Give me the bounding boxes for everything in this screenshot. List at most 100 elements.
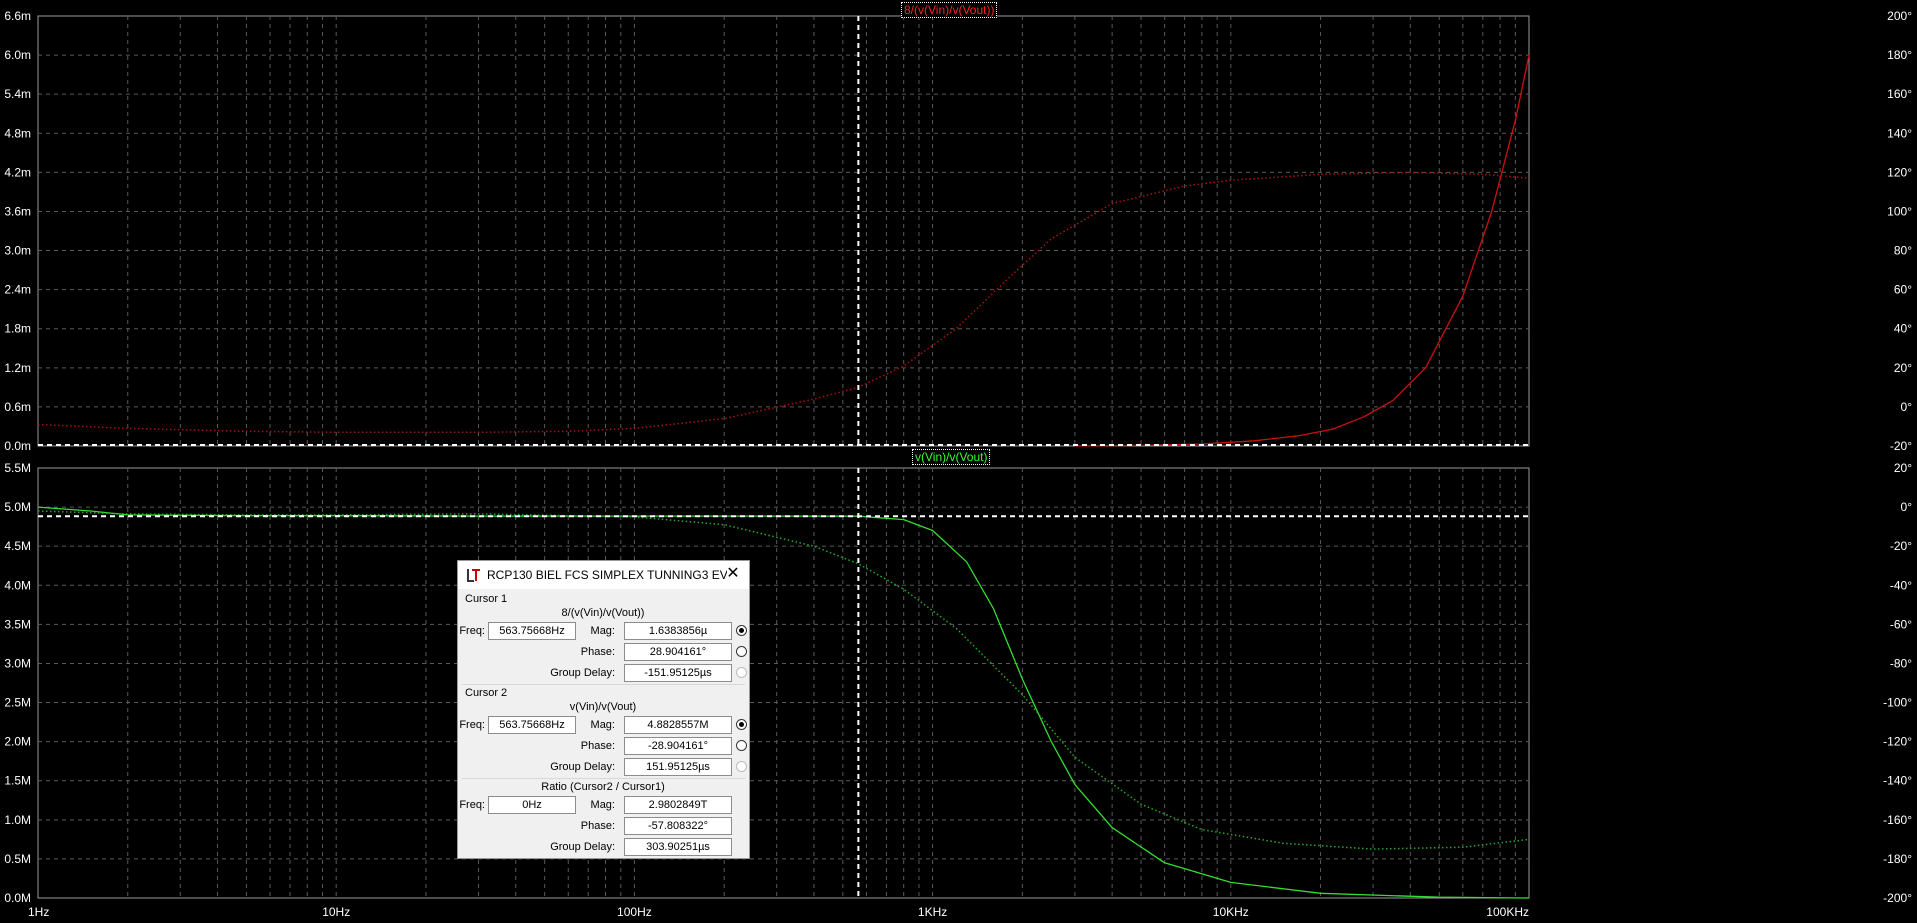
- ratio-phase-label: Phase:: [580, 820, 615, 832]
- right-tick-label: -20°: [1890, 439, 1912, 453]
- cursor2-phase-field[interactable]: -28.904161°: [624, 737, 732, 755]
- left-tick-label: 5.4m: [4, 87, 31, 101]
- cursor2-mag-label: Mag:: [590, 719, 615, 731]
- right-tick-label: 180°: [1887, 48, 1912, 62]
- right-tick-label: 0°: [1901, 500, 1913, 514]
- left-tick-label: 1.8m: [4, 322, 31, 336]
- cursor1-phase-label: Phase:: [580, 646, 615, 658]
- left-tick-label: 4.8m: [4, 126, 31, 140]
- right-tick-label: 80°: [1894, 244, 1912, 258]
- plot-pane-1: 0.0m 0.6m 1.2m 1.8m 2.4m 3.0m 3.6m 4.2m 4.8m 5.4m…: [4, 9, 1912, 453]
- left-tick-label: 4.2m: [4, 165, 31, 179]
- right-tick-label: -120°: [1883, 735, 1912, 749]
- cursor1-phase-radio[interactable]: [736, 646, 747, 657]
- cursor1-mag-radio[interactable]: [736, 625, 747, 636]
- right-tick-label: 20°: [1894, 361, 1912, 375]
- cursor2-mag-field[interactable]: 4.8828557M: [624, 716, 732, 734]
- right-tick-label: -40°: [1890, 578, 1912, 592]
- upper-plot-title[interactable]: 8/(v(Vin)/v(Vout)): [901, 2, 998, 18]
- left-tick-label: 3.5M: [4, 617, 31, 631]
- plot-frame: [37, 15, 1530, 447]
- right-tick-label: -20°: [1890, 539, 1912, 553]
- right-tick-label: -160°: [1883, 813, 1912, 827]
- divider: [462, 778, 745, 779]
- right-tick-label: -60°: [1890, 617, 1912, 631]
- right-tick-label: -200°: [1883, 891, 1912, 905]
- ratio-mag-label: Mag:: [590, 799, 615, 811]
- left-tick-label: 6.0m: [4, 48, 31, 62]
- left-tick-label: 1.2m: [4, 361, 31, 375]
- dialog-titlebar[interactable]: RCP130 BIEL FCS SIMPLEX TUNNING3 EVO... …: [458, 561, 749, 589]
- cursor2-group-delay-field[interactable]: 151.95125µs: [624, 758, 732, 776]
- cursor1-trace: 8/(v(Vin)/v(Vout)): [561, 607, 645, 619]
- cursor1-mag-field[interactable]: 1.6383856µ: [624, 622, 732, 640]
- left-tick-label: 0.6m: [4, 400, 31, 414]
- left-tick-label: 2.0M: [4, 735, 31, 749]
- cursor1-group-delay-label: Group Delay:: [550, 667, 615, 679]
- lower-plot-title[interactable]: v(Vin)/v(Vout): [912, 449, 991, 465]
- right-tick-label: 60°: [1894, 283, 1912, 297]
- cursor2-heading: Cursor 2: [465, 687, 508, 699]
- left-tick-label: 0.0M: [4, 891, 31, 905]
- cursor1-group-delay-radio[interactable]: [736, 667, 747, 678]
- x-tick-label: 10Hz: [322, 905, 350, 919]
- ratio-freq-label: Freq:: [459, 799, 485, 811]
- right-tick-label: 200°: [1887, 9, 1912, 23]
- ratio-phase-field[interactable]: -57.808322°: [624, 817, 732, 835]
- ltspice-logo-icon: [466, 567, 482, 583]
- left-tick-label: 0.0m: [4, 439, 31, 453]
- left-tick-label: 4.5M: [4, 539, 31, 553]
- ratio-mag-field[interactable]: 2.9802849T: [624, 796, 732, 814]
- cursor1-mag-label: Mag:: [590, 625, 615, 637]
- right-tick-label: -100°: [1883, 696, 1912, 710]
- left-tick-label: 6.6m: [4, 9, 31, 23]
- left-tick-label: 3.0m: [4, 244, 31, 258]
- cursor2-group-delay-label: Group Delay:: [550, 761, 615, 773]
- x-tick-label: 100Hz: [617, 905, 652, 919]
- cursor1-group-delay-field[interactable]: -151.95125µs: [624, 664, 732, 682]
- divider: [462, 684, 745, 685]
- right-tick-label: 160°: [1887, 87, 1912, 101]
- left-tick-label: 1.5M: [4, 774, 31, 788]
- left-tick-label: 3.0M: [4, 656, 31, 670]
- right-tick-label: 100°: [1887, 204, 1912, 218]
- left-tick-label: 5.0M: [4, 500, 31, 514]
- right-tick-label: 20°: [1894, 461, 1912, 475]
- phase-trace: [37, 510, 1530, 850]
- ratio-group-delay-field[interactable]: 303.90251µs: [624, 838, 732, 856]
- right-tick-label: -80°: [1890, 656, 1912, 670]
- left-tick-label: 5.5M: [4, 461, 31, 475]
- dialog-title: RCP130 BIEL FCS SIMPLEX TUNNING3 EVO...: [487, 568, 727, 582]
- cursor2-mag-radio[interactable]: [736, 719, 747, 730]
- cursor2-group-delay-radio[interactable]: [736, 761, 747, 772]
- x-tick-label: 1Hz: [28, 905, 49, 919]
- ratio-heading: Ratio (Cursor2 / Cursor1): [541, 781, 665, 793]
- left-tick-label: 3.6m: [4, 204, 31, 218]
- cursor2-trace: v(Vin)/v(Vout): [569, 701, 637, 713]
- close-icon[interactable]: ✕: [725, 566, 741, 582]
- left-tick-label: 2.4m: [4, 283, 31, 297]
- right-tick-label: 140°: [1887, 126, 1912, 140]
- cursor1-heading: Cursor 1: [465, 593, 508, 605]
- cursor1-phase-field[interactable]: 28.904161°: [624, 643, 732, 661]
- cursor1-freq-label: Freq:: [459, 625, 485, 637]
- left-tick-label: 0.5M: [4, 852, 31, 866]
- cursor2-phase-label: Phase:: [580, 740, 615, 752]
- plot-pane-2: 0.0M 0.5M 1.0M 1.5M 2.0M 2.5M 3.0M 3.5M 4.0M 4.5M…: [4, 461, 1912, 919]
- x-tick-label: 10KHz: [1213, 905, 1249, 919]
- left-tick-label: 4.0M: [4, 578, 31, 592]
- right-tick-label: -140°: [1883, 774, 1912, 788]
- x-tick-label: 1KHz: [918, 905, 947, 919]
- x-tick-label: 100KHz: [1486, 905, 1529, 919]
- cursor2-phase-radio[interactable]: [736, 740, 747, 751]
- right-tick-label: 120°: [1887, 165, 1912, 179]
- cursor-readout-dialog[interactable]: RCP130 BIEL FCS SIMPLEX TUNNING3 EVO... …: [457, 560, 750, 859]
- plot-frame: [37, 467, 1530, 899]
- left-tick-label: 2.5M: [4, 696, 31, 710]
- left-tick-label: 1.0M: [4, 813, 31, 827]
- ratio-group-delay-label: Group Delay:: [550, 841, 615, 853]
- right-tick-label: 40°: [1894, 322, 1912, 336]
- right-tick-label: -180°: [1883, 852, 1912, 866]
- right-tick-label: 0°: [1901, 400, 1913, 414]
- cursor2-freq-label: Freq:: [459, 719, 485, 731]
